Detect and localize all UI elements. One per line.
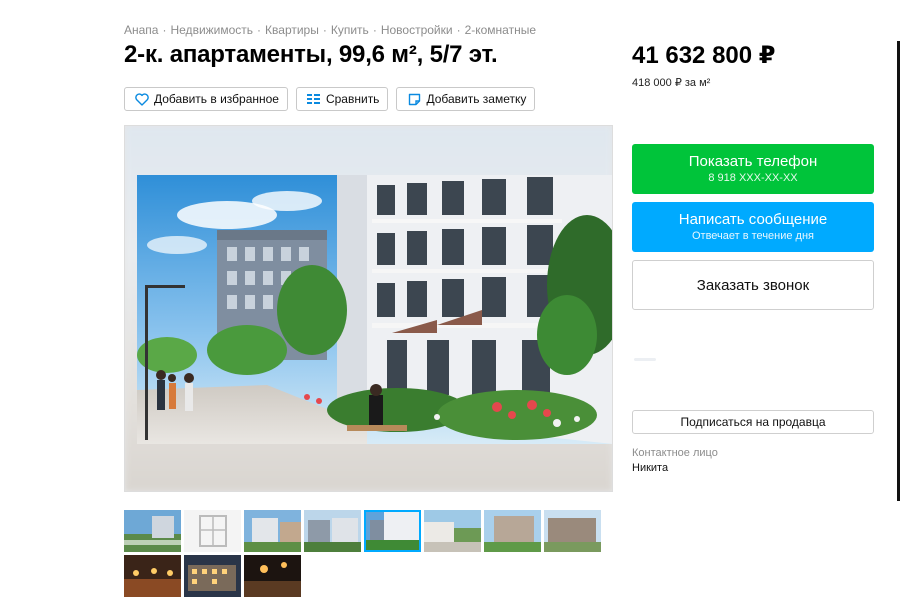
subscribe-seller-label: Подписаться на продавца (680, 415, 826, 429)
breadcrumb-anapa[interactable]: Анапа (124, 23, 158, 37)
thumbnail-1[interactable] (124, 510, 181, 552)
thumbnail-9[interactable] (124, 555, 181, 597)
contact-person-label: Контактное лицо (632, 447, 718, 459)
add-to-favorites-label: Добавить в избранное (154, 92, 279, 106)
thumbnail-10[interactable] (184, 555, 241, 597)
main-photo (137, 175, 612, 444)
thumbnail-row (124, 510, 614, 552)
thumbnail-5-active[interactable] (364, 510, 421, 552)
breadcrumb-separator: · (257, 23, 262, 37)
breadcrumb-separator: · (162, 23, 167, 37)
show-phone-label: Показать телефон (688, 153, 818, 170)
compare-label: Сравнить (325, 92, 380, 106)
listing-actions: Добавить в избранное Сравнить Добавить з… (124, 87, 536, 111)
write-message-label: Написать сообщение (678, 211, 828, 228)
order-callback-button[interactable]: Заказать звонок (632, 260, 874, 310)
price: 41 632 800 ₽ (632, 42, 776, 69)
compare-icon (307, 92, 321, 106)
price-per-sqm: 418 000 ₽ за м² (632, 77, 711, 89)
thumbnail-11[interactable] (244, 555, 301, 597)
compare-button[interactable]: Сравнить (295, 87, 389, 111)
faded-placeholder (634, 358, 656, 361)
response-time-note: Отвечает в течение дня (691, 230, 815, 242)
main-photo-gallery[interactable] (124, 125, 613, 492)
subscribe-seller-button[interactable]: Подписаться на продавца (632, 410, 874, 434)
breadcrumb-separator: · (456, 23, 461, 37)
breadcrumb-realty[interactable]: Недвижимость (170, 23, 253, 37)
add-to-favorites-button[interactable]: Добавить в избранное (124, 87, 288, 111)
thumbnail-6[interactable] (424, 510, 481, 552)
note-icon (407, 92, 421, 106)
show-phone-button[interactable]: Показать телефон 8 918 XXX-XX-XX (632, 144, 874, 194)
seller-name[interactable]: Никита (632, 462, 668, 474)
page-title: 2-к. апартаменты, 99,6 м², 5/7 эт. (124, 41, 498, 68)
breadcrumb-2-rooms[interactable]: 2-комнатные (465, 23, 536, 37)
thumbnail-row (124, 555, 614, 597)
thumbnail-7[interactable] (484, 510, 541, 552)
breadcrumb-separator: · (372, 23, 377, 37)
breadcrumb: Анапа · Недвижимость · Квартиры · Купить · Новос… (124, 23, 536, 37)
add-note-label: Добавить заметку (426, 92, 527, 106)
breadcrumb-separator: · (322, 23, 327, 37)
order-callback-label: Заказать звонок (696, 277, 810, 294)
thumbnail-4[interactable] (304, 510, 361, 552)
thumbnail-2-floor-plan[interactable] (184, 510, 241, 552)
thumbnail-strip (124, 510, 614, 600)
add-note-button[interactable]: Добавить заметку (396, 87, 536, 111)
write-message-button[interactable]: Написать сообщение Отвечает в течение дн… (632, 202, 874, 252)
breadcrumb-apartments[interactable]: Квартиры (265, 23, 319, 37)
thumbnail-3[interactable] (244, 510, 301, 552)
heart-icon (135, 92, 149, 106)
breadcrumb-new-buildings[interactable]: Новостройки (381, 23, 453, 37)
thumbnail-8[interactable] (544, 510, 601, 552)
breadcrumb-buy[interactable]: Купить (331, 23, 369, 37)
phone-number-masked: 8 918 XXX-XX-XX (708, 172, 798, 184)
